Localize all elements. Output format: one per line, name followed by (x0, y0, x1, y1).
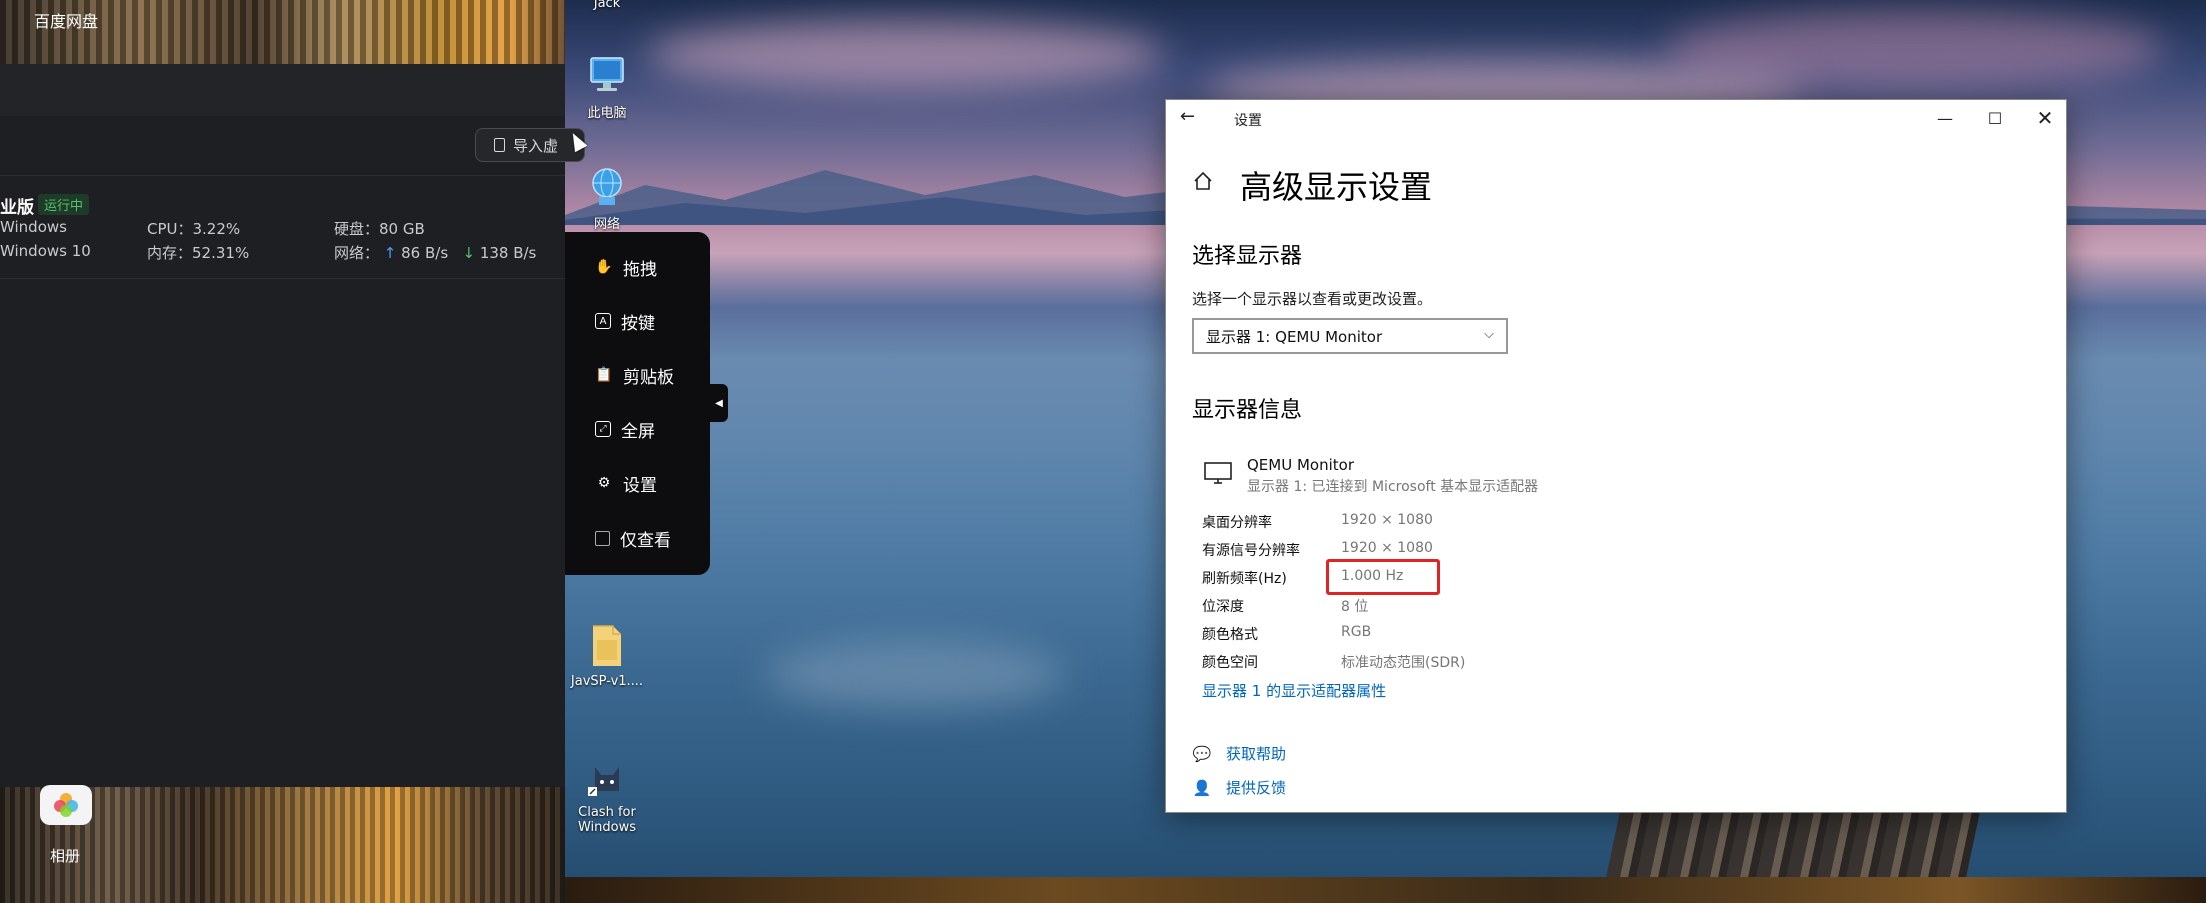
import-vm-button[interactable]: 导入虚 (475, 128, 585, 162)
info-value-desktop-resolution: 1920 × 1080 (1341, 512, 1433, 528)
refresh-rate-highlight-box (1326, 559, 1440, 595)
get-help-label: 获取帮助 (1226, 745, 1287, 763)
menu-item-fullscreen[interactable]: ⤢ 全屏 (595, 414, 655, 444)
menu-item-label: 剪贴板 (623, 367, 674, 388)
desktop-user-label: Jack (562, 0, 652, 11)
home-icon[interactable] (1192, 170, 1214, 192)
app-title: 百度网盘 (34, 12, 99, 31)
page-title: 高级显示设置 (1240, 168, 1433, 206)
network-label: 网络： (334, 244, 380, 262)
fullscreen-icon: ⤢ (595, 421, 611, 437)
monitor-connection: 显示器 1: 已连接到 Microsoft 基本显示适配器 (1247, 479, 1539, 495)
back-arrow-icon[interactable]: ← (1180, 106, 1195, 127)
desktop-icon-label: JavSP-v1.... (570, 674, 644, 689)
checkbox-icon[interactable] (595, 530, 610, 546)
menu-item-clipboard[interactable]: 📋 剪贴板 (595, 360, 674, 390)
album-label: 相册 (50, 847, 81, 865)
desktop-icon-network[interactable]: 网络 (562, 165, 652, 232)
wallpaper-bottom-strip (565, 877, 2206, 903)
upload-speed: 86 B/s (401, 244, 449, 262)
vm-status-badge: 运行中 (38, 194, 90, 215)
menu-item-drag[interactable]: ✋ 拖拽 (595, 252, 657, 282)
computer-icon (590, 57, 624, 91)
info-value-bit-depth: 8 位 (1341, 599, 1369, 615)
menu-item-label: 设置 (623, 475, 657, 496)
display-select-value: 显示器 1: QEMU Monitor (1206, 327, 1383, 346)
minimize-button[interactable]: — (1922, 104, 1968, 132)
desktop-icon-this-pc[interactable]: 此电脑 (562, 54, 652, 121)
app-header-area (0, 64, 565, 116)
settings-window: ← 设置 — ☐ ✕ 高级显示设置 选择显示器 选择一个显示器以查看或更改设置。… (1166, 100, 2066, 812)
file-icon (494, 138, 505, 152)
display-info-heading: 显示器信息 (1192, 398, 1303, 423)
vm-memory: 内存：52.31% (147, 244, 250, 262)
desktop-icon-label: Clash for Windows (577, 805, 637, 835)
monitor-icon (1204, 462, 1232, 484)
menu-item-label: 仅查看 (620, 530, 671, 551)
vm-network: 网络： ↑ 86 B/s ↓ 138 B/s (334, 242, 536, 263)
info-label-refresh-rate: 刷新频率(Hz) (1202, 571, 1287, 587)
cat-icon (588, 767, 619, 796)
vm-os-family: Windows (0, 218, 67, 236)
wallpaper-cloud (645, 20, 1165, 90)
folder-icon (593, 625, 621, 666)
vm-list-row[interactable] (0, 177, 565, 279)
desktop-icon-javsp[interactable]: JavSP-v1.... (562, 622, 652, 689)
vm-disk: 硬盘：80 GB (334, 220, 425, 238)
desktop-icon-clash[interactable]: Clash for Windows (562, 742, 652, 850)
give-feedback-label: 提供反馈 (1226, 779, 1287, 797)
wallpaper-cloud (1665, 10, 2165, 90)
keyboard-key-icon: A (595, 313, 611, 329)
wallpaper-mist (765, 640, 1065, 710)
download-speed: 138 B/s (479, 244, 537, 262)
network-globe-icon (592, 168, 622, 205)
display-adapter-properties-link[interactable]: 显示器 1 的显示适配器属性 (1202, 680, 1386, 701)
import-button-label: 导入虚 (513, 136, 559, 155)
download-arrow-icon: ↓ (452, 244, 480, 262)
select-display-description: 选择一个显示器以查看或更改设置。 (1192, 290, 1433, 308)
info-value-signal-resolution: 1920 × 1080 (1341, 540, 1433, 556)
select-display-heading: 选择显示器 (1192, 244, 1303, 269)
chevron-down-icon: ⌵ (1484, 327, 1494, 342)
gear-icon: ⚙ (597, 475, 611, 491)
menu-item-settings[interactable]: ⚙ 设置 (595, 468, 657, 498)
collapse-menu-button[interactable]: ◀ (710, 384, 728, 422)
display-select[interactable]: 显示器 1: QEMU Monitor ⌵ (1192, 318, 1508, 354)
menu-item-view-only[interactable]: 仅查看 (595, 523, 671, 553)
flower-icon (54, 793, 78, 817)
menu-item-label: 拖拽 (623, 259, 657, 280)
info-label-signal-resolution: 有源信号分辨率 (1202, 543, 1300, 559)
window-title: 设置 (1234, 113, 1262, 129)
clipboard-icon: 📋 (595, 367, 613, 383)
info-value-color-space: 标准动态范围(SDR) (1341, 655, 1466, 671)
settings-titlebar: ← 设置 — ☐ ✕ (1166, 100, 2066, 136)
info-label-desktop-resolution: 桌面分辨率 (1202, 515, 1272, 531)
hand-icon: ✋ (595, 259, 613, 275)
menu-item-keys[interactable]: A 按键 (595, 306, 655, 336)
desktop-icon-label: 网络 (593, 217, 620, 232)
user-label-text: Jack (593, 0, 621, 11)
vm-os-version: Windows 10 (0, 242, 91, 260)
info-value-color-format: RGB (1341, 624, 1372, 640)
maximize-button[interactable]: ☐ (1972, 104, 2018, 132)
chevron-left-icon: ◀ (715, 397, 723, 409)
get-help-link[interactable]: 💬 获取帮助 (1192, 743, 1286, 764)
monitor-name: QEMU Monitor (1247, 456, 1354, 474)
menu-item-label: 按键 (621, 313, 655, 334)
album-app-icon[interactable] (40, 785, 92, 825)
menu-item-label: 全屏 (621, 421, 655, 442)
desktop-icon-label: 此电脑 (587, 106, 627, 121)
upload-arrow-icon: ↑ (383, 244, 402, 262)
feedback-person-icon: 👤 (1192, 778, 1212, 797)
vm-name: 业版 (0, 198, 34, 218)
give-feedback-link[interactable]: 👤 提供反馈 (1192, 777, 1286, 798)
close-button[interactable]: ✕ (2022, 104, 2068, 132)
info-label-color-space: 颜色空间 (1202, 655, 1258, 671)
vm-cpu: CPU：3.22% (147, 220, 241, 238)
info-label-bit-depth: 位深度 (1202, 599, 1244, 615)
chat-help-icon: 💬 (1192, 744, 1212, 763)
info-label-color-format: 颜色格式 (1202, 627, 1258, 643)
